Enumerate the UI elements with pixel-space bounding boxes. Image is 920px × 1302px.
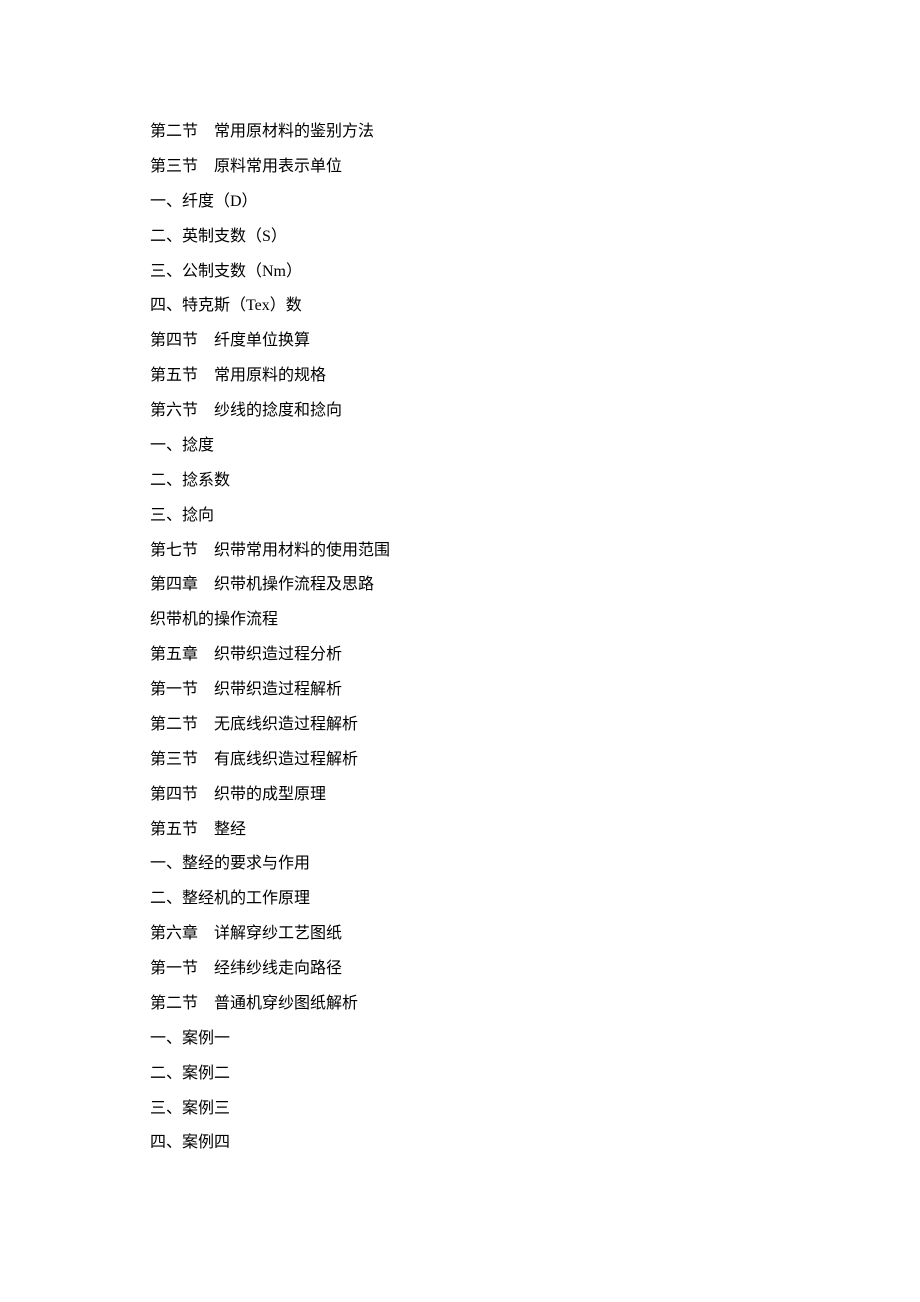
toc-entry: 织带机的操作流程 bbox=[150, 603, 770, 638]
toc-entry: 一、整经的要求与作用 bbox=[150, 847, 770, 882]
toc-entry: 第三节 有底线织造过程解析 bbox=[150, 743, 770, 778]
toc-entry: 第六章 详解穿纱工艺图纸 bbox=[150, 917, 770, 952]
toc-entry: 第一节 织带织造过程解析 bbox=[150, 673, 770, 708]
toc-entry: 第五节 常用原料的规格 bbox=[150, 359, 770, 394]
toc-entry: 第三节 原料常用表示单位 bbox=[150, 150, 770, 185]
toc-entry: 二、捻系数 bbox=[150, 464, 770, 499]
toc-entry: 一、纤度（D） bbox=[150, 185, 770, 220]
toc-entry: 三、捻向 bbox=[150, 499, 770, 534]
toc-entry: 第五节 整经 bbox=[150, 813, 770, 848]
toc-entry: 第七节 织带常用材料的使用范围 bbox=[150, 534, 770, 569]
toc-entry: 二、英制支数（S） bbox=[150, 220, 770, 255]
toc-entry: 第二节 常用原材料的鉴别方法 bbox=[150, 115, 770, 150]
toc-entry: 第一节 经纬纱线走向路径 bbox=[150, 952, 770, 987]
toc-entry: 四、特克斯（Tex）数 bbox=[150, 289, 770, 324]
toc-entry: 三、公制支数（Nm） bbox=[150, 255, 770, 290]
toc-entry: 第四节 织带的成型原理 bbox=[150, 778, 770, 813]
toc-entry: 二、整经机的工作原理 bbox=[150, 882, 770, 917]
toc-entry: 三、案例三 bbox=[150, 1092, 770, 1127]
toc-entry: 一、案例一 bbox=[150, 1022, 770, 1057]
table-of-contents: 第二节 常用原材料的鉴别方法 第三节 原料常用表示单位 一、纤度（D） 二、英制… bbox=[150, 115, 770, 1161]
toc-entry: 一、捻度 bbox=[150, 429, 770, 464]
toc-entry: 四、案例四 bbox=[150, 1126, 770, 1161]
toc-entry: 第六节 纱线的捻度和捻向 bbox=[150, 394, 770, 429]
toc-entry: 第四节 纤度单位换算 bbox=[150, 324, 770, 359]
toc-entry: 第二节 无底线织造过程解析 bbox=[150, 708, 770, 743]
toc-entry: 第五章 织带织造过程分析 bbox=[150, 638, 770, 673]
toc-entry: 第二节 普通机穿纱图纸解析 bbox=[150, 987, 770, 1022]
toc-entry: 第四章 织带机操作流程及思路 bbox=[150, 568, 770, 603]
toc-entry: 二、案例二 bbox=[150, 1057, 770, 1092]
